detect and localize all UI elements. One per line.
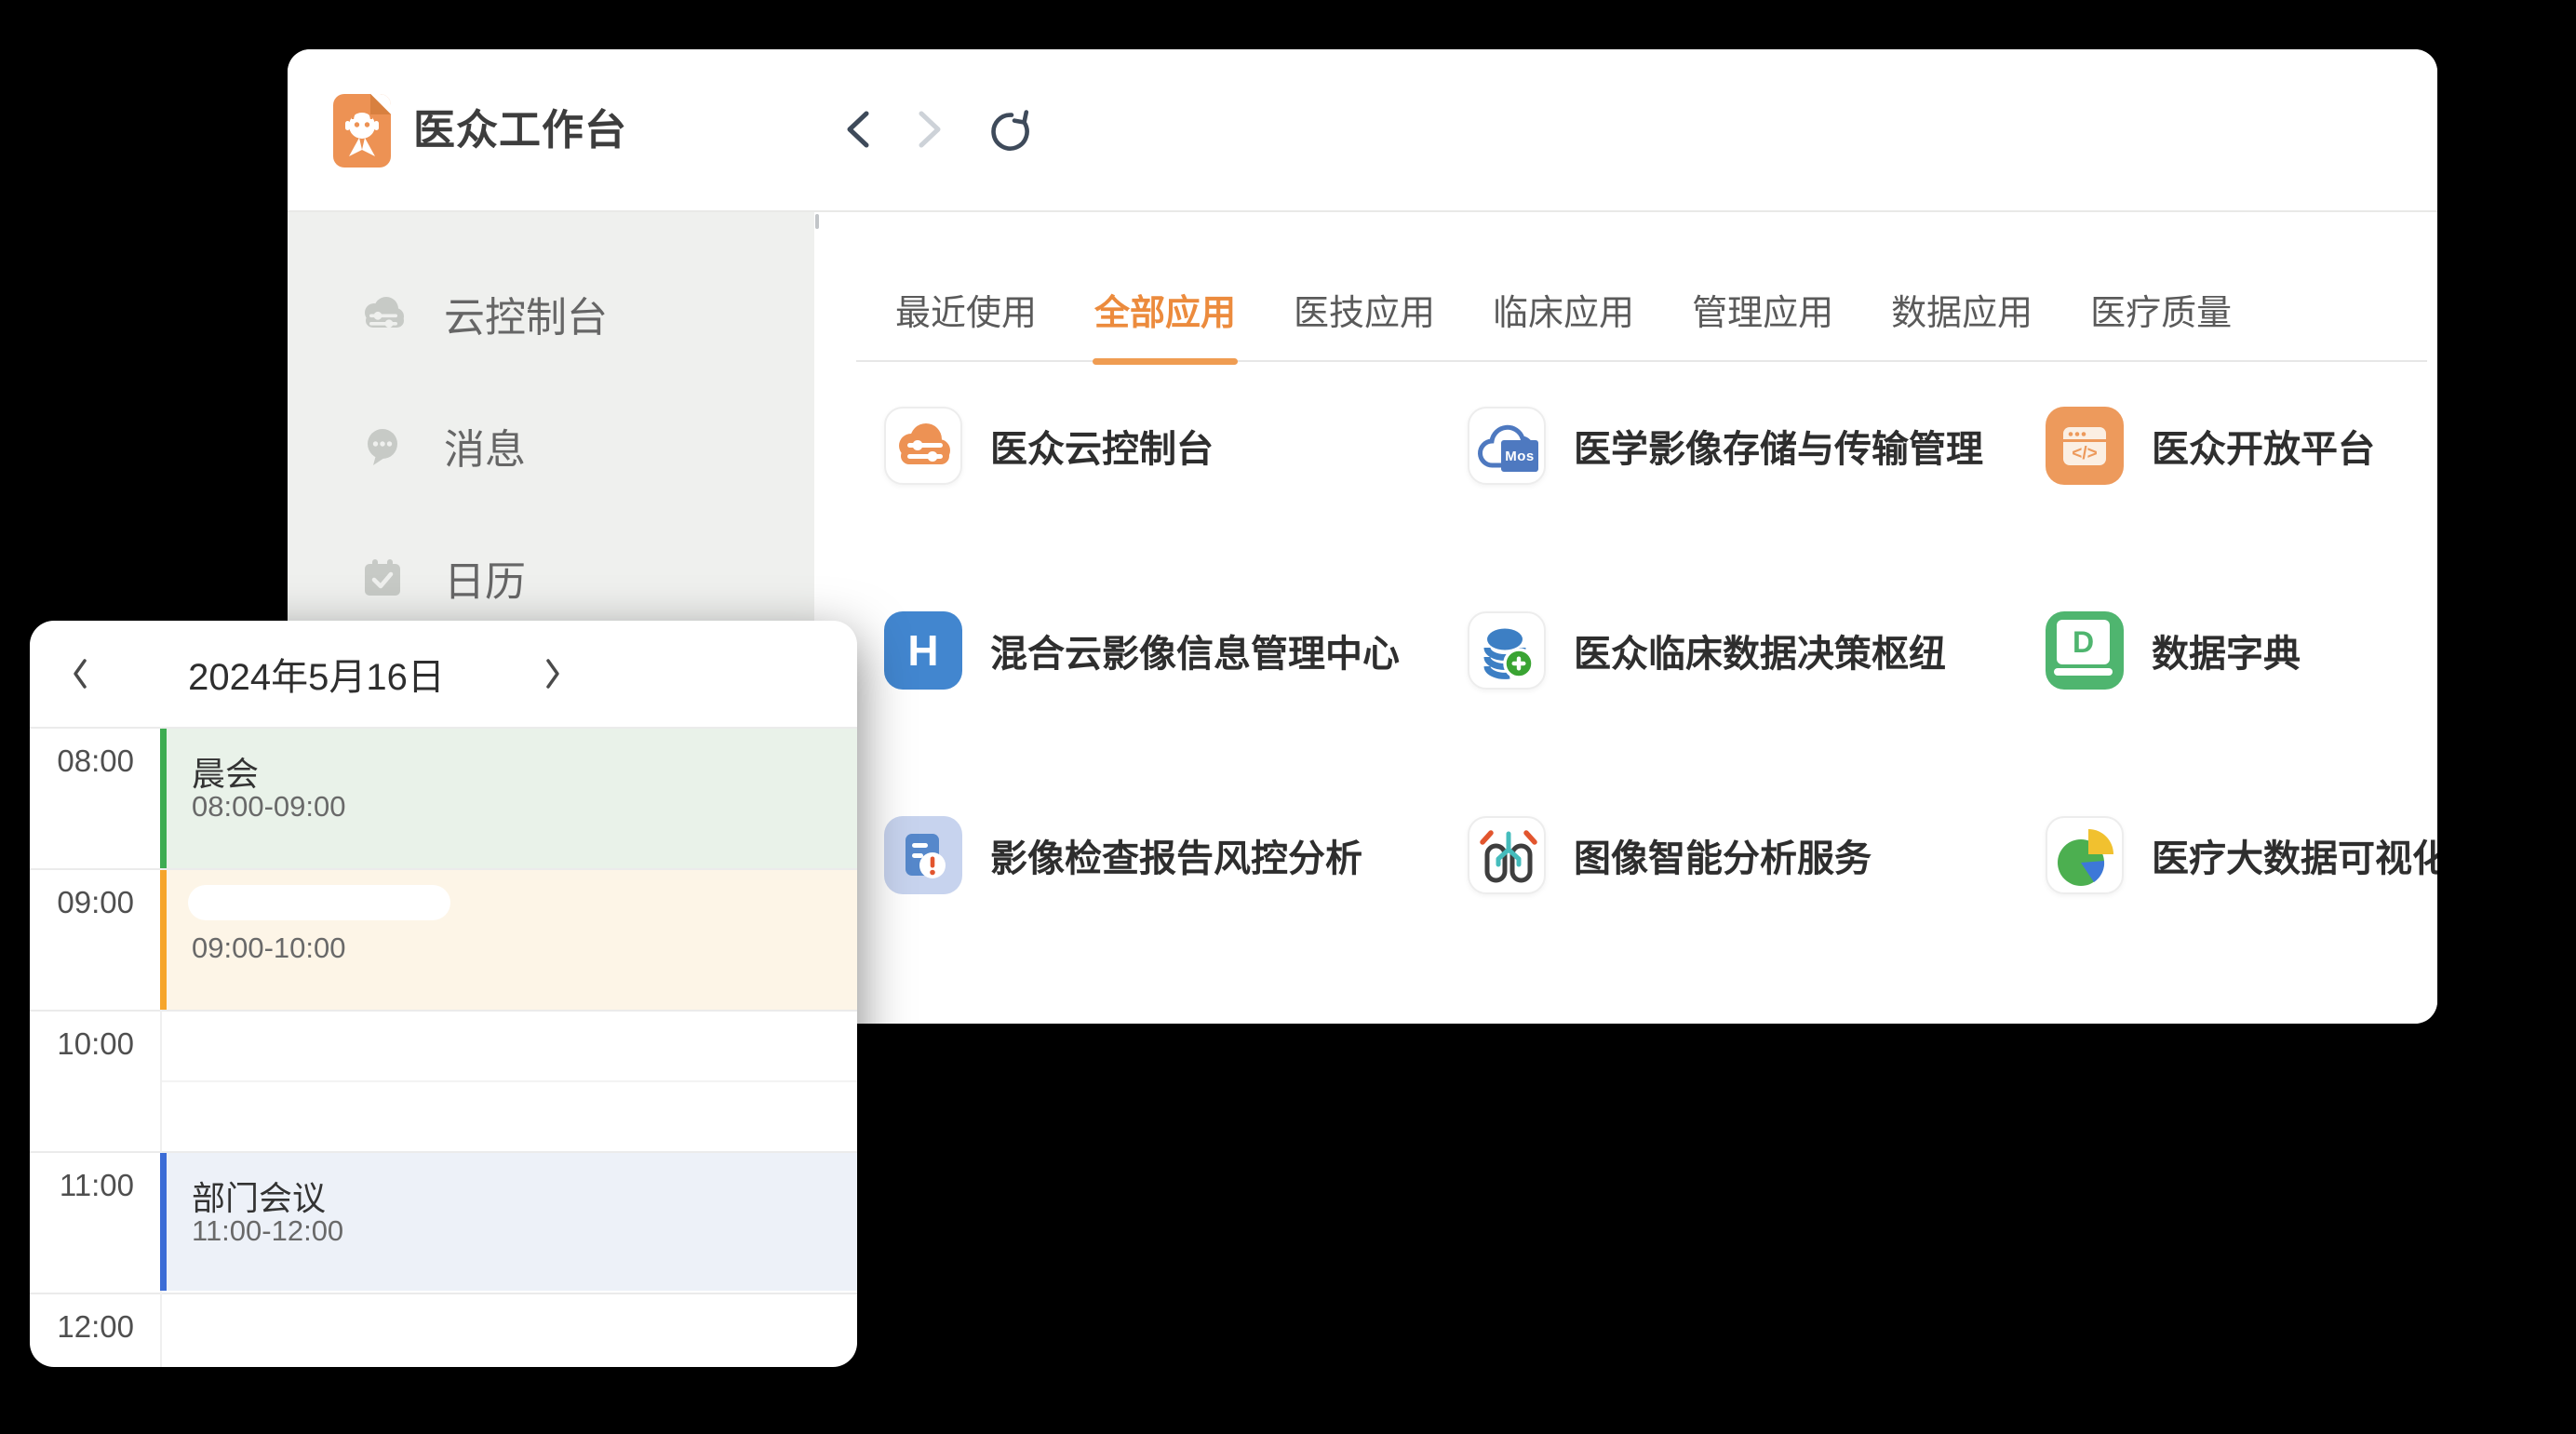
event-time: 09:00-10:00 [192,931,345,965]
app-label: 医众云控制台 [990,419,1214,473]
app-label: 医众开放平台 [2152,419,2375,473]
chevron-left-icon [839,107,879,152]
event-title: 部门会议 [192,1172,326,1220]
tab-medtech-apps[interactable]: 医技应用 [1294,265,1435,362]
scrollbar-thumb[interactable] [815,214,819,229]
app-big-data-visualization[interactable]: 医疗大数据可视化 [2046,816,2437,894]
svg-text:</>: </> [2072,444,2097,463]
event-title: 晨会 [192,747,259,796]
sidebar-item-cloud-console[interactable]: 云控制台 [288,248,814,380]
calendar-event-redacted[interactable]: 09:00-10:00 [160,870,857,1010]
tab-all-apps[interactable]: 全部应用 [1094,265,1236,362]
app-pacs-storage[interactable]: Mos 医学影像存储与传输管理 [1468,407,2046,485]
app-label: 医学影像存储与传输管理 [1574,419,1983,473]
app-label: 医疗大数据可视化 [2152,828,2437,882]
window-header: 医众工作台 [288,49,2437,212]
time-label: 12:00 [30,1309,134,1345]
hour-line [30,1010,857,1012]
app-label: 数据字典 [2152,623,2301,677]
event-color-bar [160,870,167,1010]
time-label: 08:00 [30,744,134,779]
sidebar-item-label: 消息 [444,416,526,476]
event-time: 11:00-12:00 [192,1214,343,1248]
tab-clinical-apps[interactable]: 临床应用 [1493,265,1634,362]
app-hybrid-cloud-imaging[interactable]: H 混合云影像信息管理中心 [884,611,1468,690]
calendar-next-day-button[interactable] [543,657,563,690]
app-label: 影像检查报告风控分析 [990,828,1362,882]
app-data-dictionary[interactable]: D 数据字典 [2046,611,2437,690]
app-clinical-data-hub[interactable]: 医众临床数据决策枢纽 [1468,611,2046,690]
logo-fold [370,94,391,114]
hour-line [30,1293,857,1294]
event-color-bar [160,729,167,868]
app-logo [333,94,391,168]
app-report-risk-analysis[interactable]: 影像检查报告风控分析 [884,816,1468,894]
calendar-event-morning-meeting[interactable]: 晨会 08:00-09:00 [160,729,857,868]
screen-background: 医众工作台 [0,0,2576,1434]
calendar-header: 2024年5月16日 [30,621,857,727]
app-label: 图像智能分析服务 [1574,828,1872,882]
cloud-settings-icon [356,288,409,340]
app-grid: 医众云控制台 Mos 医学影像存储与传输管理 </> [884,407,2437,1021]
sidebar-item-label: 云控制台 [444,284,608,343]
calendar-date-label: 2024年5月16日 [90,647,543,701]
time-label: 09:00 [30,885,134,920]
tab-management-apps[interactable]: 管理应用 [1692,265,1833,362]
event-color-bar [160,1153,167,1291]
back-button[interactable] [839,107,879,152]
calendar-panel: 2024年5月16日 08:00 09:00 10:00 11:00 12:00… [30,621,857,1367]
lungs-icon [1469,818,1546,894]
chevron-left-icon [70,657,90,690]
app-cloud-console[interactable]: 医众云控制台 [884,407,1468,485]
chevron-right-icon [908,107,949,152]
redacted-event-title [188,885,450,920]
cloud-sliders-icon [886,409,962,485]
app-image-ai-service[interactable]: 图像智能分析服务 [1468,816,2046,894]
chevron-right-icon [543,657,563,690]
refresh-button[interactable] [984,107,1032,152]
reload-icon [984,107,1032,155]
app-label: 医众临床数据决策枢纽 [1574,623,1946,677]
half-hour-line [162,1080,857,1082]
tab-data-apps[interactable]: 数据应用 [1891,265,2033,362]
forward-button[interactable] [908,107,949,152]
report-alert-icon [884,816,962,894]
app-label: 混合云影像信息管理中心 [990,623,1400,677]
sidebar-item-label: 日历 [444,548,526,608]
database-plus-icon [1469,613,1546,690]
time-label: 11:00 [30,1168,134,1203]
time-label: 10:00 [30,1026,134,1062]
app-title: 医众工作台 [413,105,627,155]
calendar-check-icon [356,552,409,604]
letter-h-icon: H [884,611,962,690]
pie-chart-icon [2047,818,2124,894]
tab-bar: 最近使用 全部应用 医技应用 临床应用 管理应用 数据应用 医疗质量 [856,265,2232,362]
calendar-event-department-meeting[interactable]: 部门会议 11:00-12:00 [160,1153,857,1291]
sidebar-item-messages[interactable]: 消息 [288,380,814,512]
app-open-platform[interactable]: </> 医众开放平台 [2046,407,2437,485]
calendar-prev-day-button[interactable] [70,657,90,690]
mos-badge: Mos [1501,440,1538,472]
tab-medical-quality[interactable]: 医疗质量 [2090,265,2232,362]
tab-recently-used[interactable]: 最近使用 [895,265,1037,362]
message-bubble-icon [356,420,409,472]
event-time: 08:00-09:00 [192,790,345,824]
dictionary-book-icon: D [2057,620,2110,664]
book-base [2054,668,2113,676]
code-window-icon: </> [2046,407,2124,485]
